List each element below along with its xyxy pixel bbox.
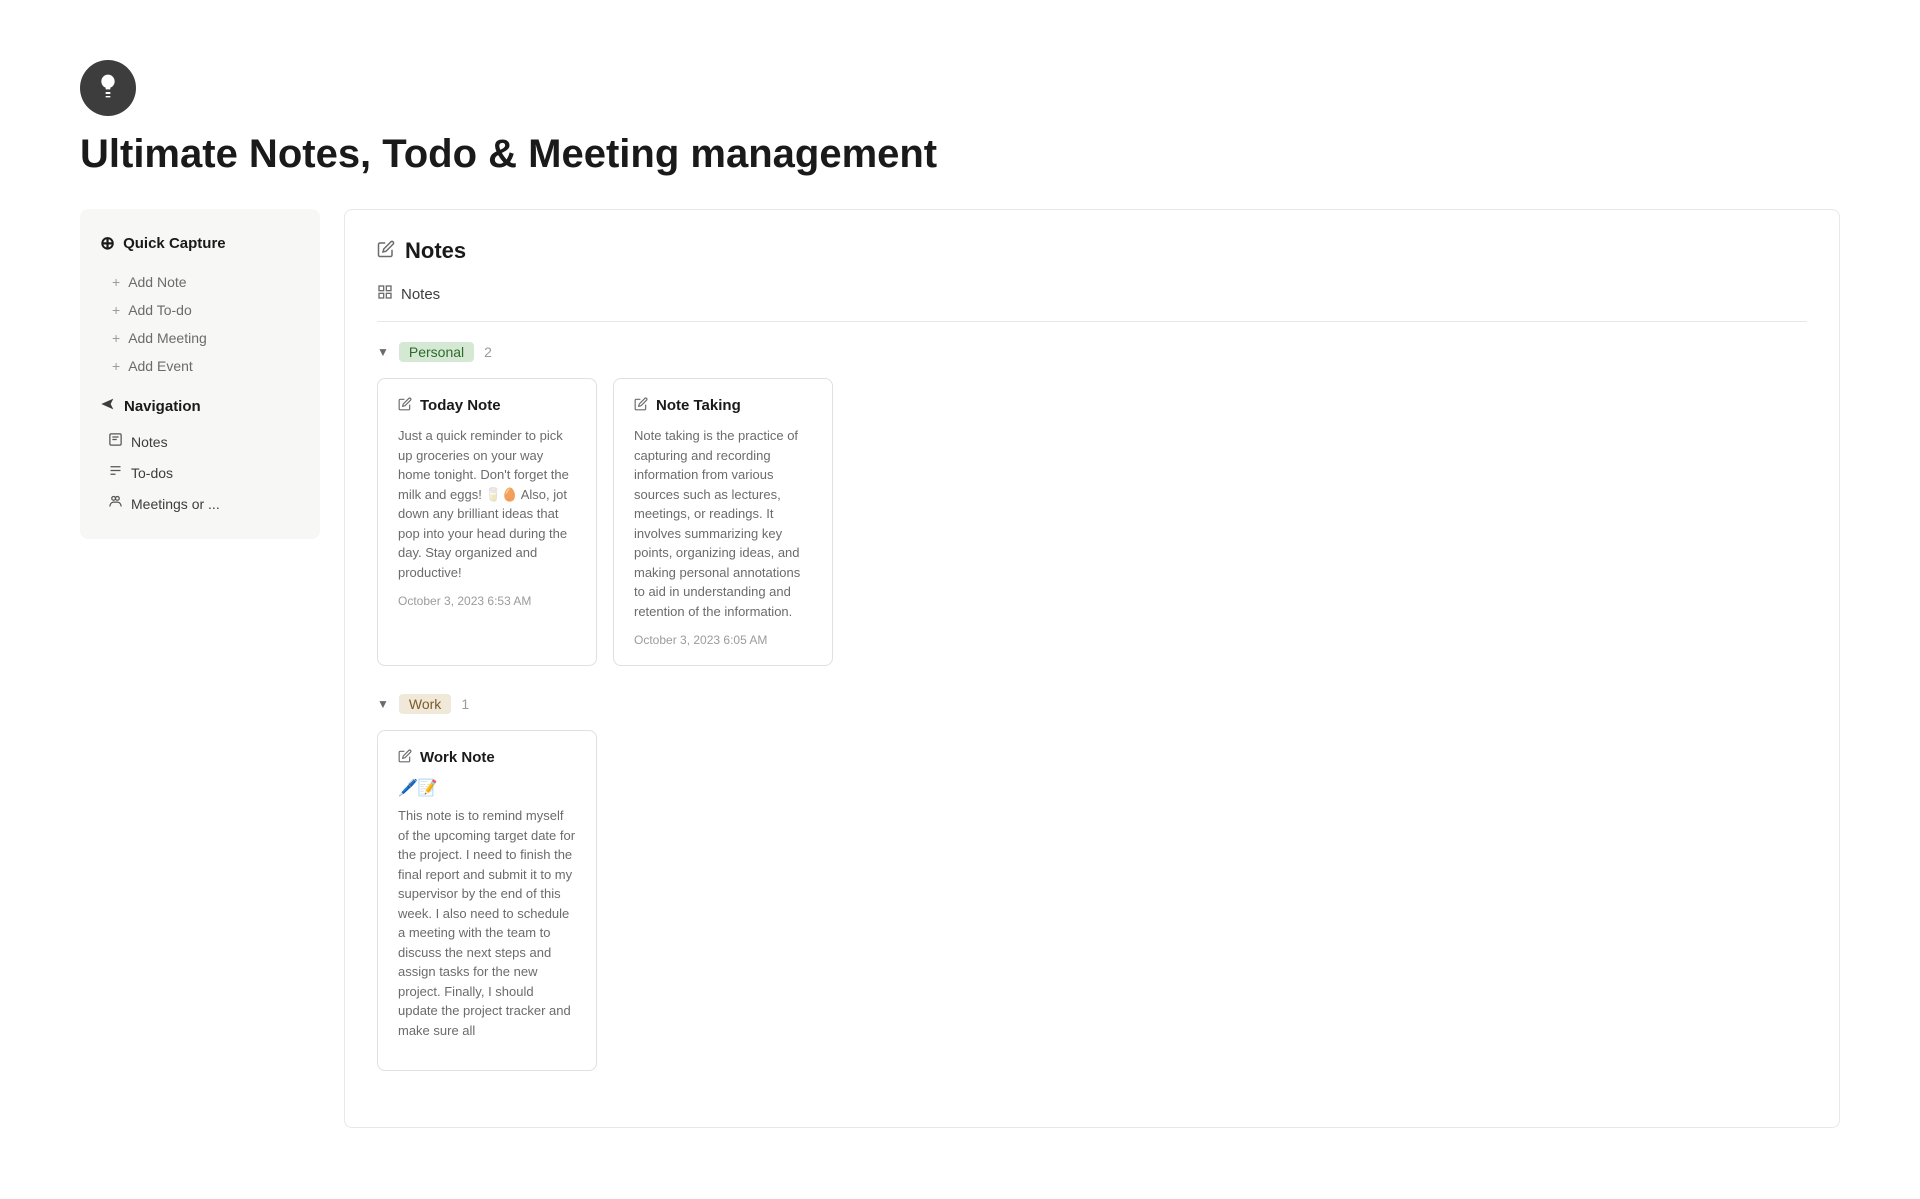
today-note-title: Today Note bbox=[420, 397, 501, 414]
notes-view-label: Notes bbox=[401, 286, 440, 303]
today-note-date: October 3, 2023 6:53 AM bbox=[398, 594, 576, 608]
work-tag: Work bbox=[399, 694, 451, 714]
meetings-nav-icon bbox=[108, 494, 123, 513]
nav-notes[interactable]: Notes bbox=[92, 426, 308, 457]
personal-tag: Personal bbox=[399, 342, 474, 362]
nav-todos-label: To-dos bbox=[131, 465, 173, 481]
quick-capture-section: ⊕ Quick Capture bbox=[92, 229, 308, 258]
work-note-body: This note is to remind myself of the upc… bbox=[398, 806, 576, 1040]
work-note-header: Work Note bbox=[398, 749, 576, 766]
add-meeting-button[interactable]: + Add Meeting bbox=[92, 324, 308, 352]
navigation-icon bbox=[100, 396, 116, 416]
add-todo-label: Add To-do bbox=[128, 302, 192, 318]
work-note-icon bbox=[398, 749, 412, 766]
todos-nav-icon bbox=[108, 463, 123, 482]
add-todo-button[interactable]: + Add To-do bbox=[92, 296, 308, 324]
work-note-card[interactable]: Work Note 🖊️📝 This note is to remind mys… bbox=[377, 730, 597, 1071]
sidebar: ⊕ Quick Capture + Add Note + Add To-do +… bbox=[80, 209, 320, 539]
note-taking-card[interactable]: Note Taking Note taking is the practice … bbox=[613, 378, 833, 666]
work-note-title: Work Note bbox=[420, 749, 495, 766]
section-edit-icon bbox=[377, 240, 395, 263]
personal-group-header[interactable]: ▼ Personal 2 bbox=[377, 342, 1807, 362]
work-count: 1 bbox=[461, 696, 469, 712]
add-note-label: Add Note bbox=[128, 274, 186, 290]
today-note-icon bbox=[398, 397, 412, 414]
work-cards-grid: Work Note 🖊️📝 This note is to remind mys… bbox=[377, 730, 1807, 1071]
section-title: Notes bbox=[405, 238, 466, 264]
notes-view-header: Notes bbox=[377, 284, 1807, 322]
add-todo-plus-icon: + bbox=[112, 302, 120, 318]
add-note-plus-icon: + bbox=[112, 274, 120, 290]
personal-cards-grid: Today Note Just a quick reminder to pick… bbox=[377, 378, 1807, 666]
nav-todos[interactable]: To-dos bbox=[92, 457, 308, 488]
nav-meetings[interactable]: Meetings or ... bbox=[92, 488, 308, 519]
notes-grid-icon bbox=[377, 284, 393, 305]
personal-count: 2 bbox=[484, 344, 492, 360]
section-header: Notes bbox=[377, 238, 1807, 264]
today-note-body: Just a quick reminder to pick up groceri… bbox=[398, 426, 576, 582]
logo-icon bbox=[92, 72, 124, 104]
navigation-label: Navigation bbox=[124, 398, 201, 415]
app-title: Ultimate Notes, Todo & Meeting managemen… bbox=[80, 132, 1840, 177]
nav-notes-label: Notes bbox=[131, 434, 168, 450]
note-taking-date: October 3, 2023 6:05 AM bbox=[634, 633, 812, 647]
work-note-emoji: 🖊️📝 bbox=[398, 778, 576, 798]
add-event-plus-icon: + bbox=[112, 358, 120, 374]
note-taking-title: Note Taking bbox=[656, 397, 741, 414]
note-taking-header: Note Taking bbox=[634, 397, 812, 414]
main-content: Notes Notes ▼ Personal 2 bbox=[344, 209, 1840, 1128]
nav-meetings-label: Meetings or ... bbox=[131, 496, 220, 512]
work-group-header[interactable]: ▼ Work 1 bbox=[377, 694, 1807, 714]
today-note-card[interactable]: Today Note Just a quick reminder to pick… bbox=[377, 378, 597, 666]
note-taking-body: Note taking is the practice of capturing… bbox=[634, 426, 812, 621]
note-taking-icon bbox=[634, 397, 648, 414]
add-meeting-plus-icon: + bbox=[112, 330, 120, 346]
add-event-button[interactable]: + Add Event bbox=[92, 352, 308, 380]
navigation-section: Navigation bbox=[92, 392, 308, 420]
today-note-header: Today Note bbox=[398, 397, 576, 414]
personal-chevron-icon: ▼ bbox=[377, 345, 389, 359]
add-meeting-label: Add Meeting bbox=[128, 330, 207, 346]
work-chevron-icon: ▼ bbox=[377, 697, 389, 711]
add-event-label: Add Event bbox=[128, 358, 193, 374]
notes-nav-icon bbox=[108, 432, 123, 451]
quick-capture-icon: ⊕ bbox=[100, 233, 115, 254]
app-logo bbox=[80, 60, 136, 116]
quick-capture-label: Quick Capture bbox=[123, 235, 226, 252]
add-note-button[interactable]: + Add Note bbox=[92, 268, 308, 296]
